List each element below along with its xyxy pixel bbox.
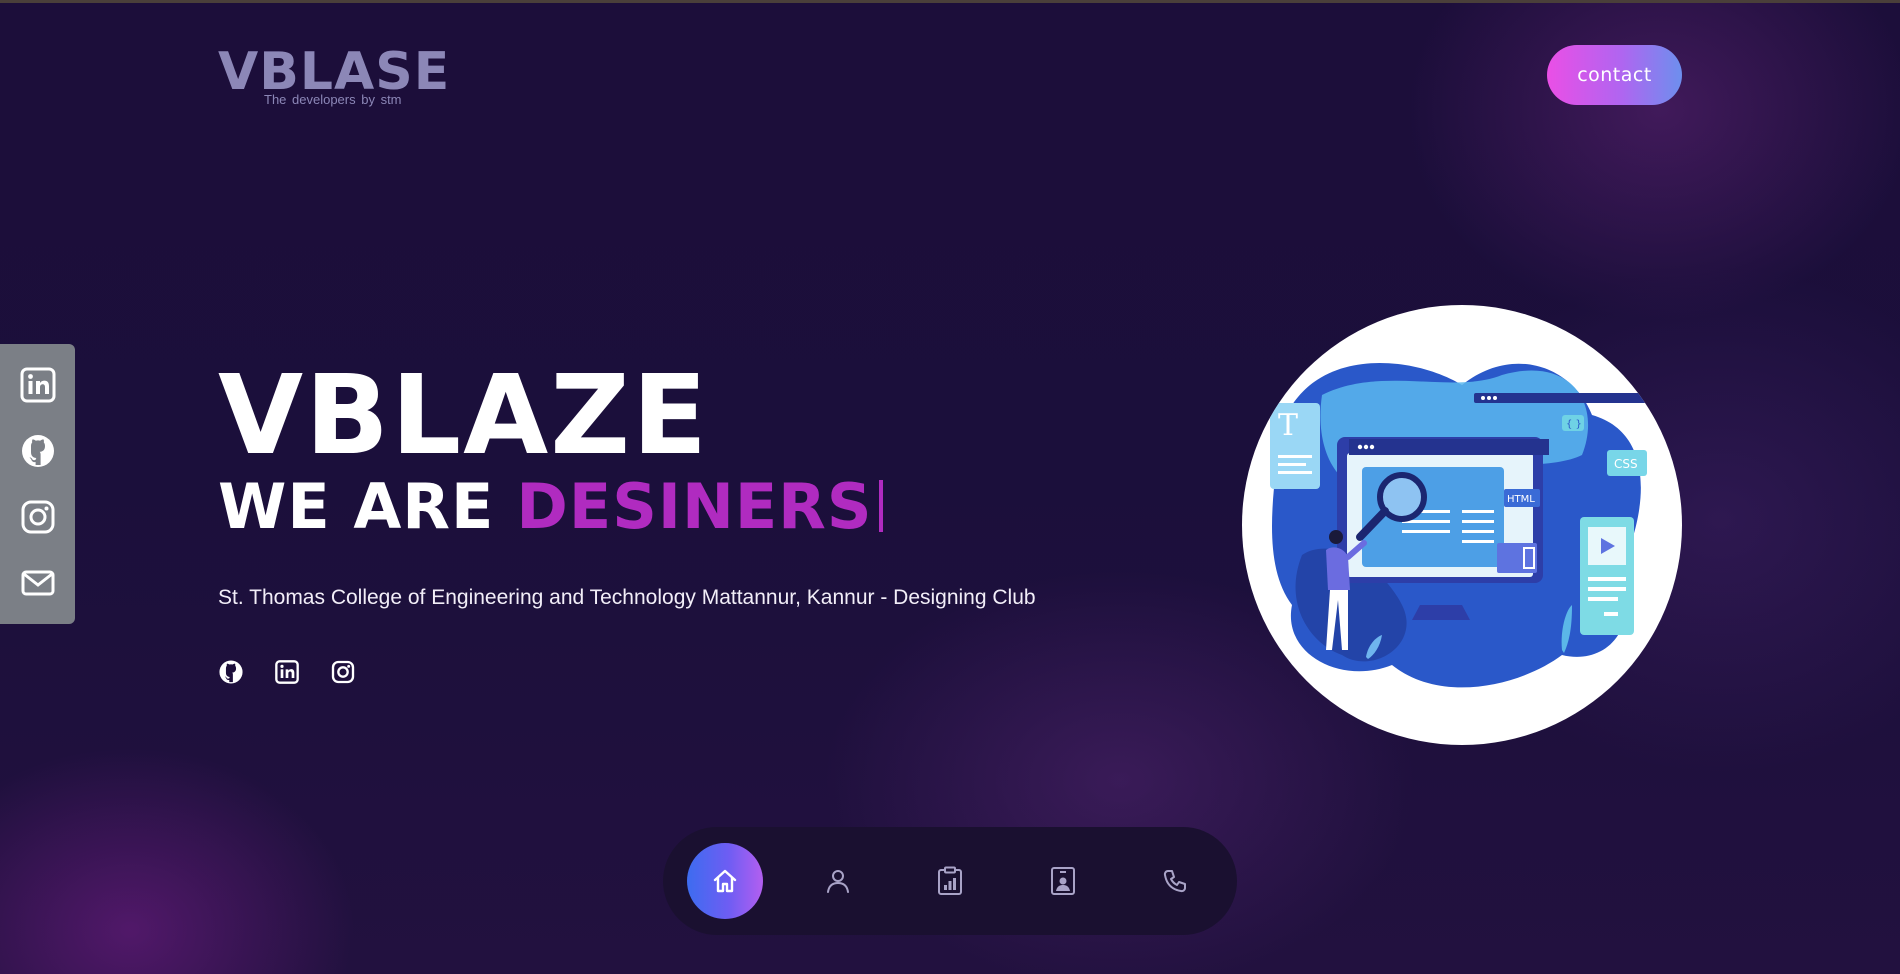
mail-icon[interactable] [19,564,57,602]
clipboard-chart-icon [938,866,962,895]
hero-subtitle: WE ARE DESINERS [218,472,883,542]
nav-team[interactable] [1025,843,1101,919]
user-icon [826,870,849,893]
hero-description: St. Thomas College of Engineering and Te… [218,586,1036,609]
nav-about[interactable] [800,843,876,919]
illus-text-html: HTML [1507,494,1535,505]
typing-caret [878,480,883,532]
illus-text-braces: { } [1566,419,1582,430]
nav-home[interactable] [687,843,763,919]
instagram-icon[interactable] [19,498,57,536]
linkedin-icon[interactable] [274,659,300,685]
top-border [0,0,1900,3]
nav-projects[interactable] [912,843,988,919]
bottom-navigation [663,827,1237,935]
hero-title: VBLAZE [218,351,710,479]
nav-contact[interactable] [1137,843,1213,919]
github-icon[interactable] [218,659,244,685]
logo-tagline: The developers by stm [264,92,402,107]
contact-button[interactable]: contact [1547,45,1682,105]
hero-subtitle-prefix: WE ARE [218,470,495,543]
hero-illustration: T CSS { } HTML [1242,305,1682,745]
phone-icon [1163,870,1186,893]
home-icon [713,869,737,893]
github-icon[interactable] [19,432,57,470]
instagram-icon[interactable] [330,659,356,685]
illus-text-css: CSS [1614,457,1638,471]
linkedin-icon[interactable] [19,366,57,404]
hero-social-links [218,659,356,685]
id-card-icon [1050,867,1075,895]
hero-typed-word: DESINERS [516,470,873,543]
brand-logo[interactable]: VBLASE The developers by stm [218,44,449,112]
social-sidebar [0,344,75,624]
illus-text-T: T [1278,408,1298,443]
